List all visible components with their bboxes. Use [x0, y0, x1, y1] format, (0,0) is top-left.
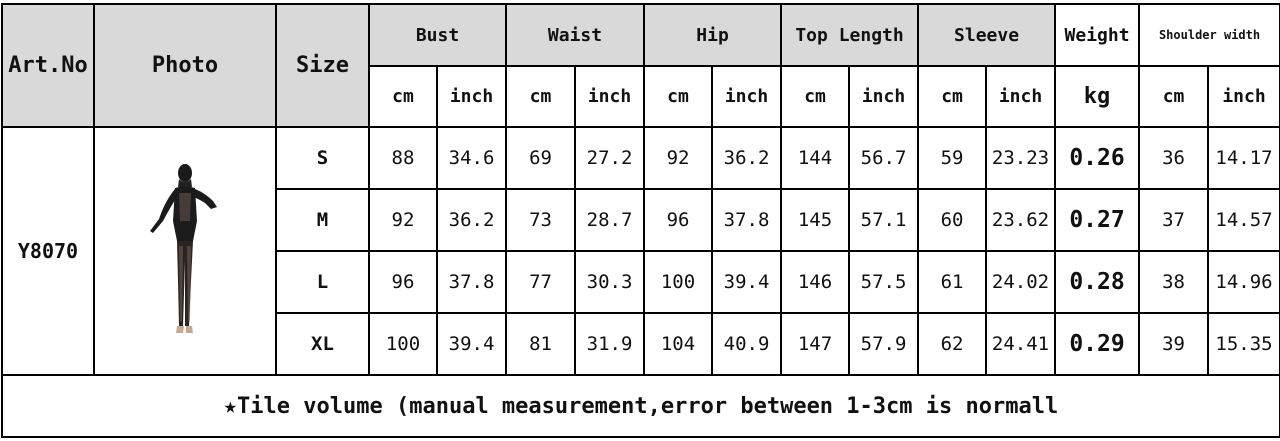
- size-cell: XL: [275, 312, 370, 376]
- unit-shoulder-inch: inch: [1207, 65, 1280, 128]
- bust-inch: 37.8: [435, 250, 508, 314]
- unit-sleeve-cm: cm: [917, 65, 988, 128]
- shoulder-cm: 37: [1138, 188, 1210, 252]
- unit-hip-inch: inch: [711, 65, 783, 128]
- footnote-row: ★Tile volume (manual measurement,error b…: [0, 374, 1280, 438]
- waist-cm: 81: [505, 312, 577, 376]
- bust-inch: 34.6: [435, 126, 508, 190]
- hip-inch: 39.4: [711, 250, 783, 314]
- waist-inch: 30.3: [574, 250, 646, 314]
- weight-kg: 0.29: [1054, 312, 1141, 376]
- sleeve-inch: 24.02: [985, 250, 1057, 314]
- waist-inch: 31.9: [574, 312, 646, 376]
- header-weight: Weight: [1054, 3, 1141, 67]
- size-cell: S: [275, 126, 370, 190]
- unit-bust-inch: inch: [435, 65, 508, 128]
- length-cm: 144: [780, 126, 851, 190]
- sleeve-cm: 62: [917, 312, 988, 376]
- header-hip: Hip: [643, 3, 783, 67]
- header-photo: Photo: [93, 3, 277, 128]
- shoulder-inch: 14.96: [1207, 250, 1280, 314]
- waist-inch: 28.7: [574, 188, 646, 252]
- weight-kg: 0.26: [1054, 126, 1141, 190]
- hip-cm: 92: [643, 126, 714, 190]
- weight-kg: 0.28: [1054, 250, 1141, 314]
- hip-cm: 100: [643, 250, 714, 314]
- bust-cm: 96: [368, 250, 438, 314]
- size-table: Art.No Photo Size Bust Waist Hip Top Len…: [0, 3, 1280, 438]
- header-art-no: Art.No: [1, 3, 95, 128]
- sleeve-cm: 60: [917, 188, 988, 252]
- art-no-value: Y8070: [1, 126, 95, 376]
- header-waist: Waist: [505, 3, 646, 67]
- length-cm: 145: [780, 188, 851, 252]
- shoulder-inch: 14.17: [1207, 126, 1280, 190]
- shoulder-inch: 15.35: [1207, 312, 1280, 376]
- header-top-length: Top Length: [780, 3, 920, 67]
- bust-cm: 92: [368, 188, 438, 252]
- sleeve-cm: 61: [917, 250, 988, 314]
- unit-waist-cm: cm: [505, 65, 577, 128]
- sleeve-inch: 23.23: [985, 126, 1057, 190]
- jumpsuit-model-image: [150, 164, 217, 333]
- unit-hip-cm: cm: [643, 65, 714, 128]
- waist-cm: 77: [505, 250, 577, 314]
- sleeve-cm: 59: [917, 126, 988, 190]
- unit-shoulder-cm: cm: [1138, 65, 1210, 128]
- product-photo: [93, 126, 277, 376]
- size-chart: Art.No Photo Size Bust Waist Hip Top Len…: [0, 0, 1280, 441]
- bust-cm: 88: [368, 126, 438, 190]
- hip-inch: 37.8: [711, 188, 783, 252]
- shoulder-cm: 39: [1138, 312, 1210, 376]
- bust-inch: 39.4: [435, 312, 508, 376]
- header-sleeve: Sleeve: [917, 3, 1057, 67]
- waist-inch: 27.2: [574, 126, 646, 190]
- table-row: Y8070 S 88 34.6 69 27.2 92 36.2 144 56.7: [1, 126, 1280, 376]
- hip-cm: 104: [643, 312, 714, 376]
- header-shoulder-width: Shoulder width: [1138, 3, 1280, 67]
- shoulder-cm: 38: [1138, 250, 1210, 314]
- size-cell: M: [275, 188, 370, 252]
- unit-length-cm: cm: [780, 65, 851, 128]
- hip-cm: 96: [643, 188, 714, 252]
- hip-inch: 40.9: [711, 312, 783, 376]
- shoulder-inch: 14.57: [1207, 188, 1280, 252]
- bust-inch: 36.2: [435, 188, 508, 252]
- weight-kg: 0.27: [1054, 188, 1141, 252]
- unit-weight-kg: kg: [1054, 65, 1141, 128]
- bust-cm: 100: [368, 312, 438, 376]
- waist-cm: 73: [505, 188, 577, 252]
- size-cell: L: [275, 250, 370, 314]
- shoulder-cm: 36: [1138, 126, 1210, 190]
- hip-inch: 36.2: [711, 126, 783, 190]
- measurement-footnote: ★Tile volume (manual measurement,error b…: [0, 374, 1280, 438]
- unit-waist-inch: inch: [574, 65, 646, 128]
- sleeve-inch: 24.41: [985, 312, 1057, 376]
- header-bust: Bust: [367, 3, 508, 67]
- length-inch: 57.5: [848, 250, 920, 314]
- length-inch: 57.9: [848, 312, 920, 376]
- unit-bust-cm: cm: [368, 65, 438, 128]
- unit-sleeve-inch: inch: [985, 65, 1057, 128]
- unit-length-inch: inch: [848, 65, 920, 128]
- header-row-1: Art.No Photo Size Bust Waist Hip Top Len…: [1, 3, 1280, 128]
- length-inch: 56.7: [848, 126, 920, 190]
- header-size: Size: [275, 3, 370, 128]
- length-cm: 146: [780, 250, 851, 314]
- length-inch: 57.1: [848, 188, 920, 252]
- waist-cm: 69: [505, 126, 577, 190]
- sleeve-inch: 23.62: [985, 188, 1057, 252]
- length-cm: 147: [780, 312, 851, 376]
